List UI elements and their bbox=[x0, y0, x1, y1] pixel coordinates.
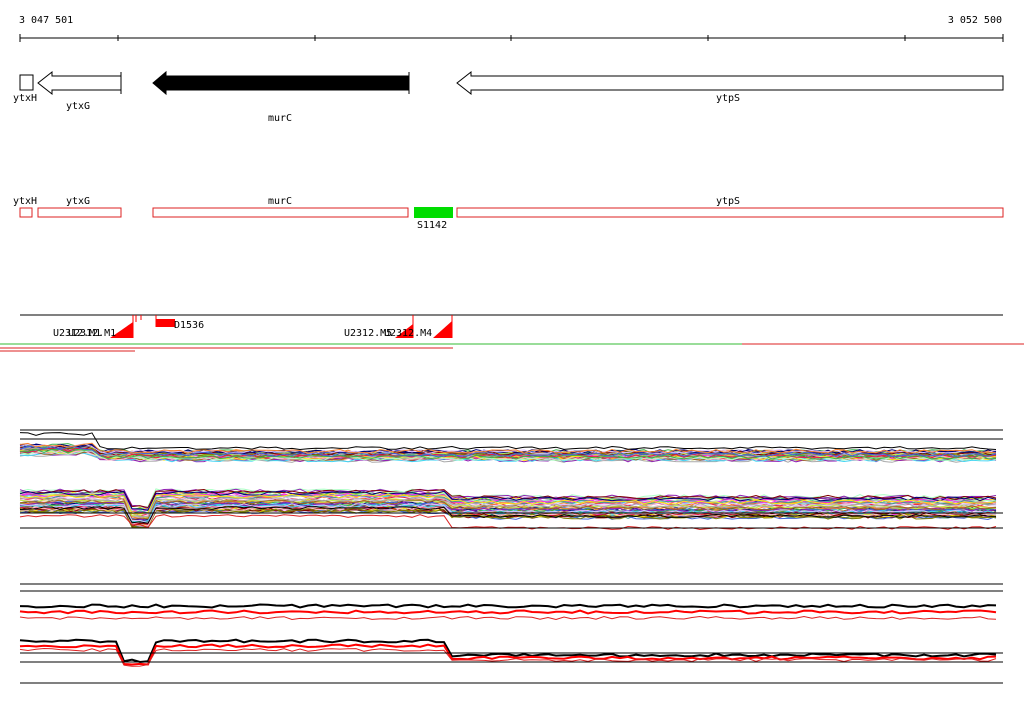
tss-track: U2312.M1 U2312.M1 D1536 U2312.M5 U2312.M… bbox=[20, 314, 1003, 339]
track-divider bbox=[0, 343, 1024, 352]
ruler-end-label: 3 052 500 bbox=[948, 15, 1002, 26]
tss-label: D1536 bbox=[174, 320, 204, 331]
feature-ytpS-box[interactable] bbox=[456, 207, 1004, 218]
profile-baselines bbox=[20, 429, 1003, 684]
expression-trace bbox=[19, 609, 997, 615]
gene-murC-label: murC bbox=[268, 113, 292, 124]
expression-trace bbox=[19, 603, 997, 609]
gene-ytpS-arrow[interactable] bbox=[456, 70, 1004, 96]
gene-ytxH-label: ytxH bbox=[13, 93, 37, 104]
gene-ytxG-arrow[interactable] bbox=[37, 70, 122, 96]
feature-murC-label: murC bbox=[268, 196, 292, 207]
tss-marker[interactable] bbox=[433, 321, 452, 338]
gene-track: ytxH ytxG murC ytpS bbox=[13, 70, 1004, 124]
gene-ytpS-label: ytpS bbox=[716, 93, 740, 104]
feature-ytxH-label: ytxH bbox=[13, 196, 37, 207]
expression-profile-lower bbox=[19, 603, 997, 667]
feature-track: ytxH ytxG murC S1142 ytpS bbox=[13, 196, 1004, 231]
highlight-region[interactable] bbox=[414, 207, 453, 218]
feature-ytpS-label: ytpS bbox=[716, 196, 740, 207]
gene-ytxG-label: ytxG bbox=[66, 101, 90, 112]
feature-ytxH-box[interactable] bbox=[19, 207, 33, 218]
feature-ytxG-label: ytxG bbox=[66, 196, 90, 207]
ruler-start-label: 3 047 501 bbox=[19, 15, 73, 26]
expression-profile-upper bbox=[19, 432, 997, 531]
feature-ytxG-box[interactable] bbox=[37, 207, 122, 218]
expression-trace bbox=[19, 615, 997, 621]
expression-trace bbox=[19, 432, 997, 451]
feature-murC-box[interactable] bbox=[152, 207, 409, 218]
coordinate-ruler: 3 047 501 3 052 500 bbox=[19, 15, 1004, 42]
tss-block[interactable] bbox=[156, 319, 175, 327]
tss-label: U2312.M1 bbox=[68, 328, 116, 339]
tss-label: U2312.M4 bbox=[384, 328, 432, 339]
gene-ytxH-box[interactable] bbox=[19, 74, 34, 91]
gene-murC-arrow[interactable] bbox=[152, 70, 410, 96]
genome-browser-view: 3 047 501 3 052 500 ytxH ytxG murC ytpS … bbox=[0, 15, 1024, 684]
expression-trace bbox=[19, 638, 997, 664]
highlight-label: S1142 bbox=[417, 220, 447, 231]
